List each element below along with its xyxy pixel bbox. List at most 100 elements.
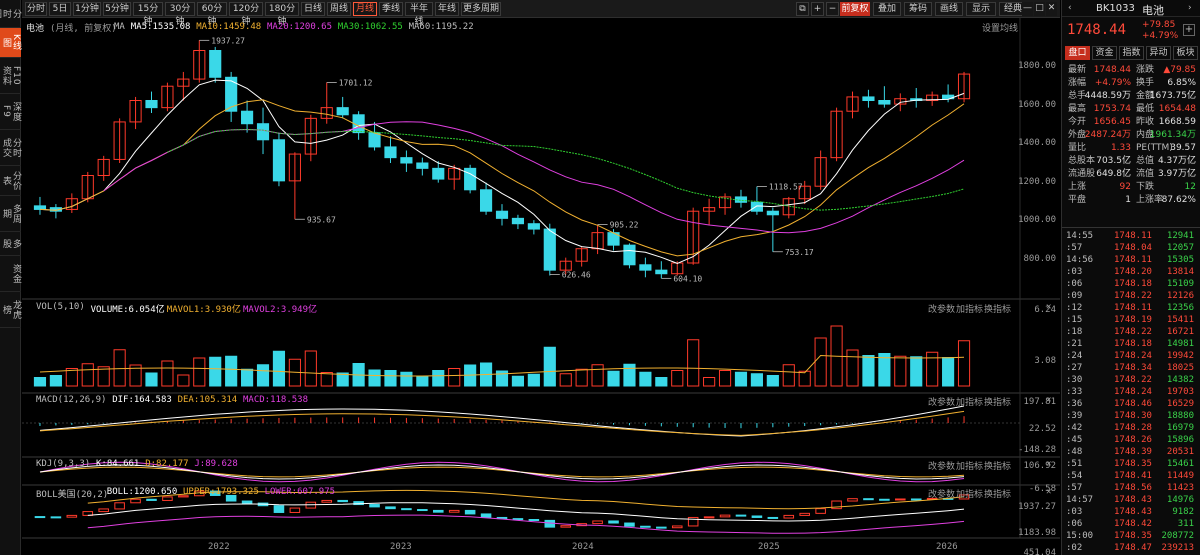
macd_panel-btn-2[interactable]: 换指标: [984, 395, 1011, 408]
volume-bar: [559, 373, 572, 387]
candle-body: [272, 139, 286, 182]
rail-item-2[interactable]: F10资料: [0, 58, 21, 94]
volume-bar: [400, 371, 413, 387]
period-tab-15[interactable]: 更多周期: [461, 2, 501, 16]
tick-volume: 12356: [1166, 303, 1194, 313]
ma30-line: [167, 128, 965, 211]
period-tab-1[interactable]: 5日: [49, 2, 71, 16]
period-tab-8[interactable]: 180分钟: [265, 2, 299, 27]
latest-price: 1748.44: [1067, 22, 1127, 38]
tick-volume: 14981: [1166, 339, 1194, 349]
tick-price: 1748.24: [1114, 351, 1152, 361]
period-tab-10[interactable]: 周线: [327, 2, 351, 16]
period-tab-3[interactable]: 5分钟: [103, 2, 131, 16]
vol_panel-btn-2[interactable]: 换指标: [984, 302, 1011, 315]
side-tab-4[interactable]: 板块: [1173, 46, 1198, 60]
stat-row: 平盘 1 上涨率 87.62%: [1068, 194, 1196, 206]
tick-row: :42 1748.28 16979: [1066, 422, 1194, 434]
chevron-left-icon[interactable]: ‹: [1068, 3, 1072, 13]
toolbar-btn-1[interactable]: 叠加: [873, 2, 901, 16]
toolbar-btn-4[interactable]: 显示: [966, 2, 996, 16]
stat-key: 总手: [1068, 91, 1087, 101]
period-tab-7[interactable]: 120分钟: [229, 2, 263, 27]
volume-bar: [894, 355, 907, 387]
period-tab-9[interactable]: 日线: [301, 2, 325, 16]
tick-price: 1748.28: [1114, 423, 1152, 433]
boll-candle: [448, 509, 460, 513]
macd_panel-btn-1[interactable]: 加指标: [956, 395, 983, 408]
kdj_panel-btn-1[interactable]: 加指标: [956, 459, 983, 472]
period-tab-6[interactable]: 60分钟: [197, 2, 227, 27]
kdj_panel-btn-2[interactable]: 换指标: [984, 459, 1011, 472]
boll_panel-label-0: BOLL美国(20,2): [36, 490, 109, 500]
boll-candle: [624, 522, 635, 527]
boll_panel-label-2: UPPER:1793.325: [183, 487, 259, 497]
plus-icon[interactable]: +: [811, 2, 824, 16]
period-tab-0[interactable]: 分时: [25, 2, 47, 16]
stat-value: 2487.24万: [1084, 130, 1131, 140]
vol_panel-btn-0[interactable]: 改参数: [928, 302, 955, 315]
rail-item-1[interactable]: K线图: [0, 28, 21, 58]
period-tab-2[interactable]: 1分钟: [73, 2, 101, 16]
candle-body: [209, 50, 222, 78]
volume-bar: [527, 373, 540, 387]
period-tab-5[interactable]: 30分钟: [165, 2, 195, 27]
y-tick: 1200.00: [1018, 177, 1056, 187]
toolbar-btn-3[interactable]: 画线: [935, 2, 963, 16]
tick-time: :24: [1066, 351, 1083, 361]
rail-item-3[interactable]: 深度F9: [0, 94, 21, 130]
rail-item-9[interactable]: 龙虎榜: [0, 292, 21, 328]
tick-price: 1748.46: [1114, 399, 1152, 409]
add-watch-button[interactable]: +: [1183, 24, 1195, 36]
side-tab-2[interactable]: 指数: [1119, 46, 1144, 60]
tick-volume: 239213: [1161, 543, 1194, 553]
macd_panel-btn-0[interactable]: 改参数: [928, 395, 955, 408]
stat-value: 649.8亿: [1096, 169, 1131, 179]
tick-price: 1748.35: [1114, 531, 1152, 541]
window-close-icon[interactable]: ✕: [1046, 2, 1057, 16]
tick-row: :15 1748.19 15411: [1066, 314, 1194, 326]
copy-icon[interactable]: ⧉: [796, 2, 809, 16]
volume-bar: [225, 355, 238, 387]
window-min-icon[interactable]: —: [1022, 2, 1033, 16]
period-tab-4[interactable]: 15分钟: [133, 2, 163, 27]
rail-item-5[interactable]: 分价表: [0, 166, 21, 196]
boll-candle: [751, 515, 763, 518]
boll_panel-btn-1[interactable]: 加指标: [956, 487, 983, 500]
side-tab-1[interactable]: 资金: [1092, 46, 1117, 60]
chart-svg: 1937.27 1701.12 935.67 905.22 626.46 604.10 11…: [22, 18, 1060, 539]
boll_panel-btn-2[interactable]: 换指标: [984, 487, 1011, 500]
period-tab-11[interactable]: 月线: [353, 2, 377, 16]
volume-bar: [432, 370, 445, 387]
rail-item-8[interactable]: 资金: [0, 256, 21, 292]
minus-icon[interactable]: −: [826, 2, 839, 16]
boll_panel-btn-0[interactable]: 改参数: [928, 487, 955, 500]
boll-mid-line: [87, 502, 965, 522]
chevron-right-icon[interactable]: ›: [1188, 3, 1192, 13]
kdj_panel-y-tick: 106.92: [1023, 461, 1056, 471]
toolbar-btn-2[interactable]: 筹码: [904, 2, 932, 16]
macd_panel-y-tick: 197.81: [1023, 397, 1056, 407]
rail-item-0[interactable]: 分时图: [0, 0, 21, 28]
panel-close-icon[interactable]: ✕: [1046, 487, 1051, 497]
window-max-icon[interactable]: □: [1034, 2, 1045, 16]
rail-item-4[interactable]: 分时成交: [0, 130, 21, 166]
side-tab-3[interactable]: 异动: [1146, 46, 1171, 60]
rail-item-7[interactable]: 多股: [0, 232, 21, 256]
tick-volume: 18880: [1166, 411, 1194, 421]
rail-item-6[interactable]: 多周期: [0, 196, 21, 232]
period-tab-14[interactable]: 年线: [435, 2, 459, 16]
boll-candle: [544, 519, 556, 528]
period-tab-12[interactable]: 季线: [379, 2, 403, 16]
kdj_panel-btn-0[interactable]: 改参数: [928, 459, 955, 472]
tick-price: 1748.47: [1114, 543, 1152, 553]
side-tab-0[interactable]: 盘口: [1065, 46, 1090, 60]
stat-value: 1748.44: [1093, 65, 1131, 75]
tick-time: 14:55: [1066, 231, 1094, 241]
tick-volume: 14382: [1166, 375, 1194, 385]
toolbar-btn-0[interactable]: 前复权: [840, 2, 870, 16]
period-tab-13[interactable]: 半年线: [405, 2, 433, 27]
vol_panel-btn-1[interactable]: 加指标: [956, 302, 983, 315]
boll-candle: [337, 499, 348, 503]
tick-time: :39: [1066, 411, 1083, 421]
